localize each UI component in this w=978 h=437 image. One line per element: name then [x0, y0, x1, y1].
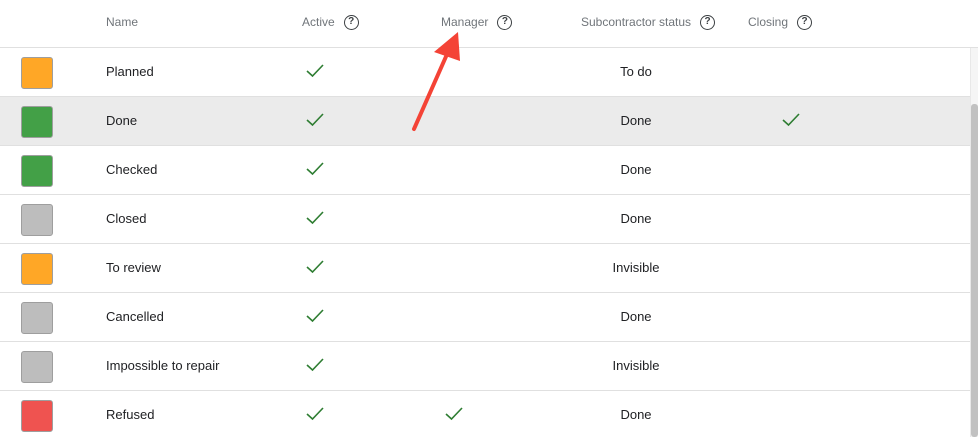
- table-row[interactable]: Cancelled Done: [0, 293, 970, 342]
- status-name: Refused: [106, 407, 155, 422]
- table-row[interactable]: Done Done: [0, 97, 970, 146]
- color-swatch[interactable]: [21, 106, 53, 138]
- table-row[interactable]: To review Invisible: [0, 244, 970, 293]
- subcontractor-status-value: Done: [620, 309, 652, 324]
- subcontractor-status-value: Done: [620, 211, 652, 226]
- help-icon[interactable]: ?: [343, 14, 359, 30]
- table-row[interactable]: Refused Done: [0, 391, 970, 437]
- column-label-active: Active: [302, 15, 335, 29]
- help-icon[interactable]: ?: [797, 14, 813, 30]
- column-header-subcontractor-status[interactable]: Subcontractor status ?: [581, 12, 716, 32]
- table-row[interactable]: Planned To do: [0, 48, 970, 97]
- status-name: Closed: [106, 211, 147, 226]
- table-row[interactable]: Closed Done: [0, 195, 970, 244]
- column-label-subcontractor-status: Subcontractor status: [581, 15, 692, 29]
- subcontractor-status-value: Done: [620, 162, 652, 177]
- subcontractor-status-value: Done: [620, 113, 652, 128]
- status-table-body: Planned To do Done Done Checked Done Closed Don…: [0, 48, 970, 437]
- closing-check-icon: [782, 113, 800, 127]
- subcontractor-status-value: Invisible: [612, 358, 660, 373]
- color-swatch[interactable]: [21, 351, 53, 383]
- column-label-name: Name: [106, 15, 139, 29]
- active-check-icon: [306, 162, 324, 176]
- active-check-icon: [306, 64, 324, 78]
- subcontractor-status-value: To do: [620, 64, 652, 79]
- status-name: Impossible to repair: [106, 358, 220, 373]
- color-swatch[interactable]: [21, 204, 53, 236]
- active-check-icon: [306, 407, 324, 421]
- column-label-manager: Manager: [441, 15, 489, 29]
- color-swatch[interactable]: [21, 253, 53, 285]
- column-header-active[interactable]: Active ?: [302, 12, 359, 32]
- color-swatch[interactable]: [21, 302, 53, 334]
- help-icon[interactable]: ?: [497, 14, 513, 30]
- status-name: Done: [106, 113, 138, 128]
- active-check-icon: [306, 113, 324, 127]
- status-name: Planned: [106, 64, 154, 79]
- column-header-name[interactable]: Name: [106, 12, 138, 32]
- table-row[interactable]: Impossible to repair Invisible: [0, 342, 970, 391]
- help-icon[interactable]: ?: [700, 14, 716, 30]
- status-name: Cancelled: [106, 309, 164, 324]
- active-check-icon: [306, 358, 324, 372]
- manager-check-icon: [445, 407, 463, 421]
- column-header-manager[interactable]: Manager ?: [441, 12, 513, 32]
- color-swatch[interactable]: [21, 57, 53, 89]
- active-check-icon: [306, 211, 324, 225]
- active-check-icon: [306, 260, 324, 274]
- table-row[interactable]: Checked Done: [0, 146, 970, 195]
- color-swatch[interactable]: [21, 155, 53, 187]
- subcontractor-status-value: Done: [620, 407, 652, 422]
- table-header: Name Active ? Manager ? Subcontractor st…: [0, 0, 978, 48]
- scrollbar-thumb[interactable]: [971, 104, 978, 437]
- status-name: To review: [106, 260, 161, 275]
- active-check-icon: [306, 309, 324, 323]
- column-header-closing[interactable]: Closing ?: [748, 12, 813, 32]
- status-name: Checked: [106, 162, 158, 177]
- subcontractor-status-value: Invisible: [612, 260, 660, 275]
- column-label-closing: Closing: [748, 15, 789, 29]
- color-swatch[interactable]: [21, 400, 53, 432]
